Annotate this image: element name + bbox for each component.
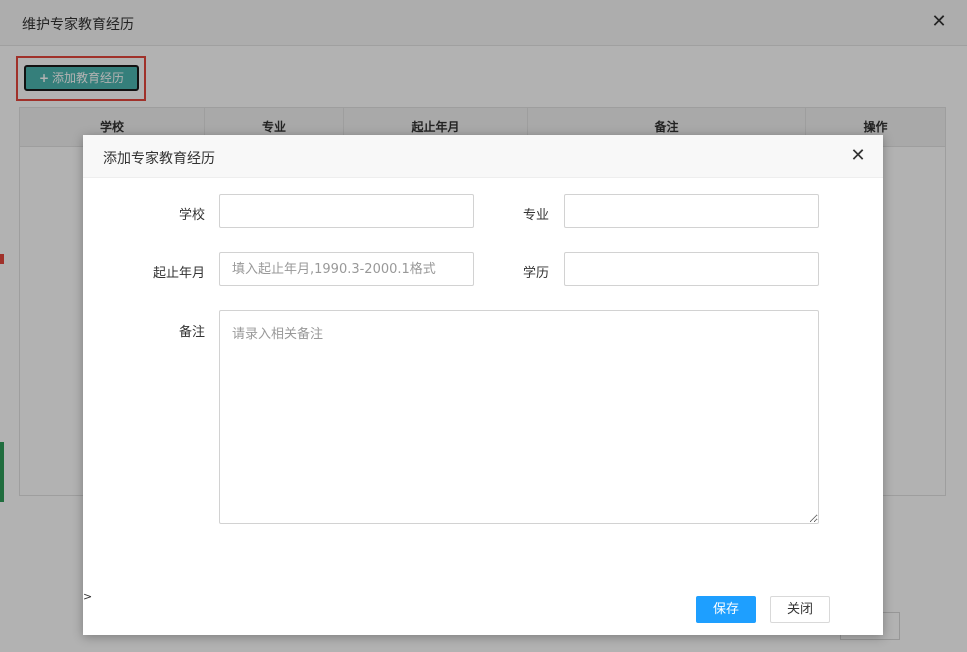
remark-label: 备注 [178,325,205,340]
caret-text: > [83,590,93,603]
degree-label: 学历 [522,266,549,281]
period-label: 起止年月 [152,266,205,281]
dialog-header: 添加专家教育经历 ✕ [83,135,883,178]
period-input[interactable] [219,252,474,286]
major-label: 专业 [522,208,549,223]
close-icon[interactable]: ✕ [848,146,868,166]
remark-textarea[interactable] [219,310,819,524]
dialog-title: 添加专家教育经历 [103,151,215,167]
school-input[interactable] [219,194,474,228]
close-button[interactable]: 关闭 [770,596,830,623]
degree-input[interactable] [564,252,819,286]
save-button[interactable]: 保存 [696,596,756,623]
add-education-dialog: 添加专家教育经历 ✕ 学校 专业 起止年月 学历 备注 > 保存 关闭 [83,135,883,635]
school-label: 学校 [178,208,205,223]
major-input[interactable] [564,194,819,228]
